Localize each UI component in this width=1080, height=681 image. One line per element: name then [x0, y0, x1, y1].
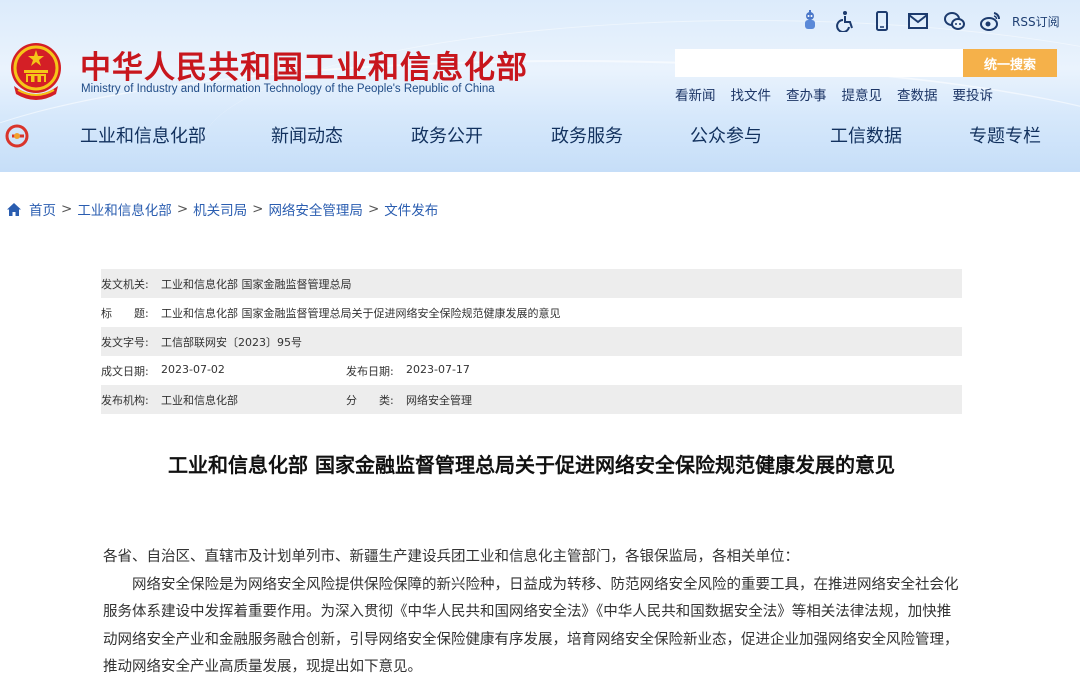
- breadcrumb-miit[interactable]: 工业和信息化部: [77, 199, 172, 219]
- meta-row-docno: 发文字号: 工信部联网安〔2023〕95号: [101, 327, 962, 356]
- nav-item-gov-affairs[interactable]: 政务公开: [411, 122, 483, 148]
- meta-row-title: 标 题: 工业和信息化部 国家金融监督管理总局关于促进网络安全保险规范健康发展的…: [101, 298, 962, 327]
- weibo-icon[interactable]: [976, 9, 1004, 33]
- national-emblem-icon: [11, 43, 61, 100]
- breadcrumb-separator: >: [252, 201, 264, 217]
- breadcrumb-cybersecurity-bureau[interactable]: 网络安全管理局: [268, 199, 363, 219]
- nav-item-participation[interactable]: 公众参与: [690, 122, 762, 148]
- meta-label: 标 题:: [101, 306, 149, 320]
- nav-item-news[interactable]: 新闻动态: [271, 122, 343, 148]
- meta-value: 工业和信息化部 国家金融监督管理总局关于促进网络安全保险规范健康发展的意见: [161, 306, 561, 320]
- meta-label: 分 类:: [346, 393, 394, 407]
- main-nav: 工业和信息化部 新闻动态 政务公开 政务服务 公众参与 工信数据 专题专栏: [0, 122, 1080, 154]
- breadcrumb-separator: >: [176, 201, 189, 217]
- meta-label: 发文机关:: [101, 277, 149, 291]
- document-metadata: 发文机关: 工业和信息化部 国家金融监督管理总局 标 题: 工业和信息化部 国家…: [101, 269, 962, 414]
- rss-link[interactable]: RSS订阅: [1012, 13, 1060, 30]
- quick-links: 看新闻 找文件 查办事 提意见 查数据 要投诉: [675, 84, 1008, 104]
- robot-icon[interactable]: [796, 9, 824, 33]
- breadcrumb-home[interactable]: 首页: [29, 199, 56, 219]
- article-body: 各省、自治区、直辖市及计划单列市、新疆生产建设兵团工业和信息化主管部门，各银保监…: [103, 544, 963, 681]
- site-title[interactable]: 中华人民共和国工业和信息化部: [80, 42, 528, 87]
- search-input[interactable]: [675, 49, 963, 77]
- site-subtitle: Ministry of Industry and Information Tec…: [81, 83, 495, 95]
- meta-row-issuer: 发文机关: 工业和信息化部 国家金融监督管理总局: [101, 269, 962, 298]
- nav-item-topics[interactable]: 专题专栏: [969, 122, 1041, 148]
- meta-label: 发布日期:: [346, 364, 394, 378]
- meta-value: 2023-07-02: [161, 362, 225, 376]
- meta-value: 工业和信息化部: [161, 393, 238, 407]
- meta-value: 2023-07-17: [406, 362, 470, 376]
- quick-link-complaint[interactable]: 要投诉: [953, 84, 994, 104]
- breadcrumb-documents[interactable]: 文件发布: [384, 199, 438, 219]
- article-salutation: 各省、自治区、直辖市及计划单列市、新疆生产建设兵团工业和信息化主管部门，各银保监…: [103, 549, 799, 565]
- home-icon[interactable]: [6, 202, 22, 217]
- top-toolbar: RSS订阅: [796, 8, 1060, 34]
- nav-item-gov-services[interactable]: 政务服务: [551, 122, 623, 148]
- meta-label: 发文字号:: [101, 335, 149, 349]
- search-button[interactable]: 统一搜索: [963, 49, 1057, 77]
- quick-link-services[interactable]: 查办事: [786, 84, 827, 104]
- site-header: 中华人民共和国工业和信息化部 Ministry of Industry and …: [0, 0, 1080, 172]
- meta-row-org: 发布机构: 工业和信息化部 分 类: 网络安全管理: [101, 385, 962, 414]
- quick-link-feedback[interactable]: 提意见: [842, 84, 883, 104]
- breadcrumb-separator: >: [367, 201, 380, 217]
- meta-row-dates: 成文日期: 2023-07-02 发布日期: 2023-07-17: [101, 356, 962, 385]
- wechat-icon[interactable]: [940, 9, 968, 33]
- nav-item-data[interactable]: 工信数据: [830, 122, 902, 148]
- meta-label: 成文日期:: [101, 364, 149, 378]
- breadcrumb-separator: >: [61, 201, 73, 217]
- accessibility-icon[interactable]: [832, 9, 860, 33]
- meta-label: 发布机构:: [101, 393, 149, 407]
- meta-value: 工业和信息化部 国家金融监督管理总局: [161, 277, 352, 291]
- mobile-icon[interactable]: [868, 9, 896, 33]
- breadcrumb-departments[interactable]: 机关司局: [193, 199, 247, 219]
- article-paragraph: 网络安全保险是为网络安全风险提供保险保障的新兴险种，日益成为转移、防范网络安全风…: [103, 576, 959, 676]
- quick-link-news[interactable]: 看新闻: [675, 84, 716, 104]
- mail-icon[interactable]: [904, 9, 932, 33]
- nav-item-miit[interactable]: 工业和信息化部: [80, 122, 206, 148]
- article-title: 工业和信息化部 国家金融监督管理总局关于促进网络安全保险规范健康发展的意见: [168, 453, 895, 477]
- meta-value: 工信部联网安〔2023〕95号: [161, 335, 302, 349]
- meta-value: 网络安全管理: [406, 393, 472, 407]
- quick-link-data[interactable]: 查数据: [897, 84, 938, 104]
- breadcrumb: 首页 > 工业和信息化部 > 机关司局 > 网络安全管理局 > 文件发布: [6, 199, 438, 219]
- quick-link-files[interactable]: 找文件: [731, 84, 772, 104]
